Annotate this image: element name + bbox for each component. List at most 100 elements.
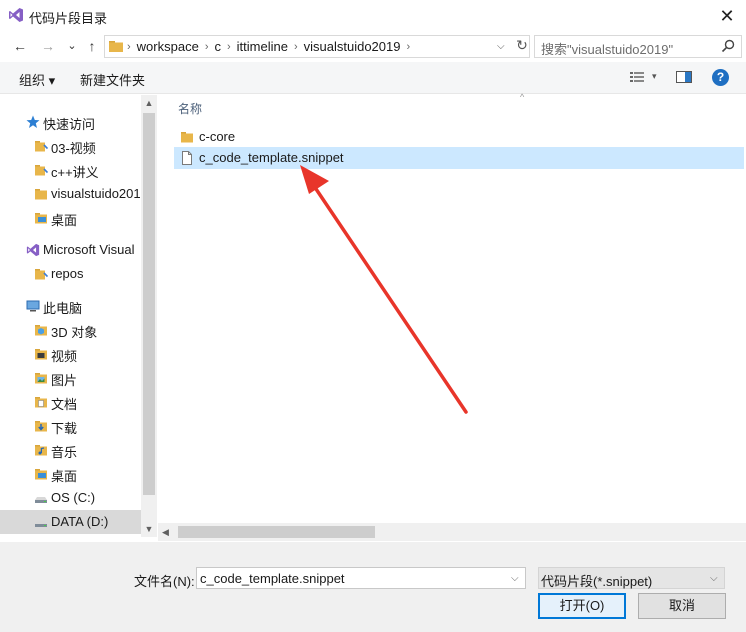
pinned-folder-icon [34, 163, 49, 177]
music-icon [34, 443, 48, 457]
filename-input[interactable]: c_code_template.snippet ⌵ [196, 567, 526, 589]
search-placeholder: 搜索"visualstuido2019" [541, 42, 674, 57]
navigation-pane: 快速访问 03-视频 c++讲义 visualstuido201 桌面 Microsoft… [0, 95, 157, 537]
pinned-folder-icon [34, 267, 49, 281]
title-bar: 代码片段目录 ✕ [0, 0, 746, 32]
breadcrumb: › workspace › c › ittimeline › visualstu… [127, 39, 411, 54]
up-folder-icon[interactable]: ↑ [82, 36, 102, 56]
breadcrumb-visualstuido2019[interactable]: visualstuido2019 [304, 39, 401, 54]
sidebar-item[interactable]: 文档 [0, 390, 141, 414]
preview-pane-icon[interactable] [676, 71, 692, 83]
sidebar-item-label: DATA (D:) [51, 514, 109, 529]
sidebar-item[interactable]: Microsoft Visual [0, 238, 141, 262]
filetype-dropdown-icon[interactable]: ⌵ [710, 570, 718, 588]
sidebar-item-label: 图片 [51, 373, 78, 388]
scroll-left-icon[interactable]: ◀ [162, 524, 169, 540]
sidebar-item-label: Microsoft Visual [43, 242, 135, 257]
pinned-folder-icon [34, 139, 49, 153]
desktop-folder-icon [34, 211, 48, 225]
forward-icon[interactable]: → [38, 36, 58, 56]
scrollbar-thumb[interactable] [178, 526, 375, 538]
filename-value: c_code_template.snippet [200, 571, 345, 586]
filetype-value: 代码片段(*.snippet) [541, 574, 653, 589]
recent-locations-icon[interactable]: ⌄ [62, 36, 82, 56]
breadcrumb-ittimeline[interactable]: ittimeline [237, 39, 288, 54]
sidebar-item-label: OS (C:) [51, 490, 96, 505]
sidebar-item[interactable]: repos [0, 262, 141, 286]
drive-icon [34, 515, 48, 529]
sidebar-item-label: visualstuido201 [51, 186, 141, 201]
sidebar-item-label: 文档 [51, 397, 78, 412]
sidebar-item[interactable]: 快速访问 [0, 110, 141, 134]
folder-icon [34, 187, 48, 201]
address-bar[interactable]: › workspace › c › ittimeline › visualstu… [104, 35, 530, 58]
sidebar-item[interactable]: 下载 [0, 414, 141, 438]
sidebar-item-label: 音乐 [51, 445, 78, 460]
view-options-icon[interactable] [630, 71, 644, 83]
sidebar-item[interactable]: OS (C:) [0, 486, 141, 510]
filetype-select[interactable]: 代码片段(*.snippet) ⌵ [538, 567, 725, 589]
visual-studio-icon [9, 8, 23, 22]
file-icon [180, 151, 194, 165]
close-icon[interactable]: ✕ [712, 4, 742, 28]
sidebar-item-label: 下载 [51, 421, 78, 436]
folder-icon [180, 130, 194, 144]
list-item[interactable]: c-core [174, 126, 744, 148]
back-icon[interactable]: ← [10, 36, 30, 56]
filename-label: 文件名(N): [134, 574, 195, 589]
command-toolbar: 组织 ▾ 新建文件夹 ▾ ? [0, 62, 746, 94]
sidebar-item-label: 桌面 [51, 469, 78, 484]
sidebar-item-label: repos [51, 266, 84, 281]
scroll-down-icon[interactable]: ▼ [141, 521, 157, 537]
sidebar-item-label: 3D 对象 [51, 325, 98, 340]
sidebar-item[interactable]: 此电脑 [0, 294, 141, 318]
sidebar-item[interactable]: 03-视频 [0, 134, 141, 158]
filename-dropdown-icon[interactable]: ⌵ [511, 570, 519, 588]
sidebar-item[interactable]: visualstuido201 [0, 182, 141, 206]
sort-ascending-icon: ^ [520, 92, 525, 102]
column-header-name[interactable]: 名称 [178, 100, 202, 117]
list-item-label: c_code_template.snippet [199, 150, 344, 165]
pictures-icon [34, 371, 48, 385]
3d-objects-icon [34, 323, 48, 337]
sidebar-item-label: 快速访问 [43, 117, 96, 132]
navigation-pane-scrollbar[interactable]: ▲ ▼ [141, 95, 157, 537]
breadcrumb-c[interactable]: c [214, 39, 221, 54]
search-input[interactable]: 搜索"visualstuido2019" [534, 35, 742, 58]
organize-menu[interactable]: 组织 ▾ [19, 70, 55, 89]
downloads-icon [34, 419, 48, 433]
sidebar-item[interactable]: DATA (D:) [0, 510, 141, 534]
sidebar-item-label: c++讲义 [51, 165, 99, 180]
sidebar-item[interactable]: 图片 [0, 366, 141, 390]
folder-icon [109, 41, 123, 52]
sidebar-item-label: 桌面 [51, 213, 78, 228]
search-icon [721, 39, 735, 53]
list-item[interactable]: c_code_template.snippet [174, 147, 744, 169]
sidebar-item[interactable]: 音乐 [0, 438, 141, 462]
view-dropdown-icon[interactable]: ▾ [652, 71, 657, 82]
sidebar-item-label: 此电脑 [43, 301, 83, 316]
scrollbar-thumb[interactable] [143, 113, 155, 495]
address-dropdown-icon[interactable]: ⌵ [497, 38, 511, 56]
horizontal-scrollbar[interactable]: ◀ [158, 523, 746, 541]
sidebar-item[interactable]: 3D 对象 [0, 318, 141, 342]
sidebar-item-label: 03-视频 [51, 141, 96, 156]
sidebar-item[interactable]: 桌面 [0, 462, 141, 486]
cancel-button[interactable]: 取消 [638, 593, 726, 619]
breadcrumb-workspace[interactable]: workspace [137, 39, 199, 54]
new-folder-button[interactable]: 新建文件夹 [80, 70, 145, 89]
star-icon [26, 115, 40, 129]
scroll-up-icon[interactable]: ▲ [141, 95, 157, 111]
open-button[interactable]: 打开(O) [538, 593, 626, 619]
list-item-label: c-core [199, 129, 236, 144]
documents-icon [34, 395, 48, 409]
help-icon[interactable]: ? [712, 69, 729, 86]
refresh-icon[interactable]: ↻ [514, 37, 530, 53]
sidebar-item[interactable]: 桌面 [0, 206, 141, 230]
sidebar-item[interactable]: c++讲义 [0, 158, 141, 182]
videos-icon [34, 347, 48, 361]
sidebar-item-label: 视频 [51, 349, 78, 364]
computer-icon [26, 299, 40, 313]
desktop-folder-icon [34, 467, 48, 481]
sidebar-item[interactable]: 视频 [0, 342, 141, 366]
